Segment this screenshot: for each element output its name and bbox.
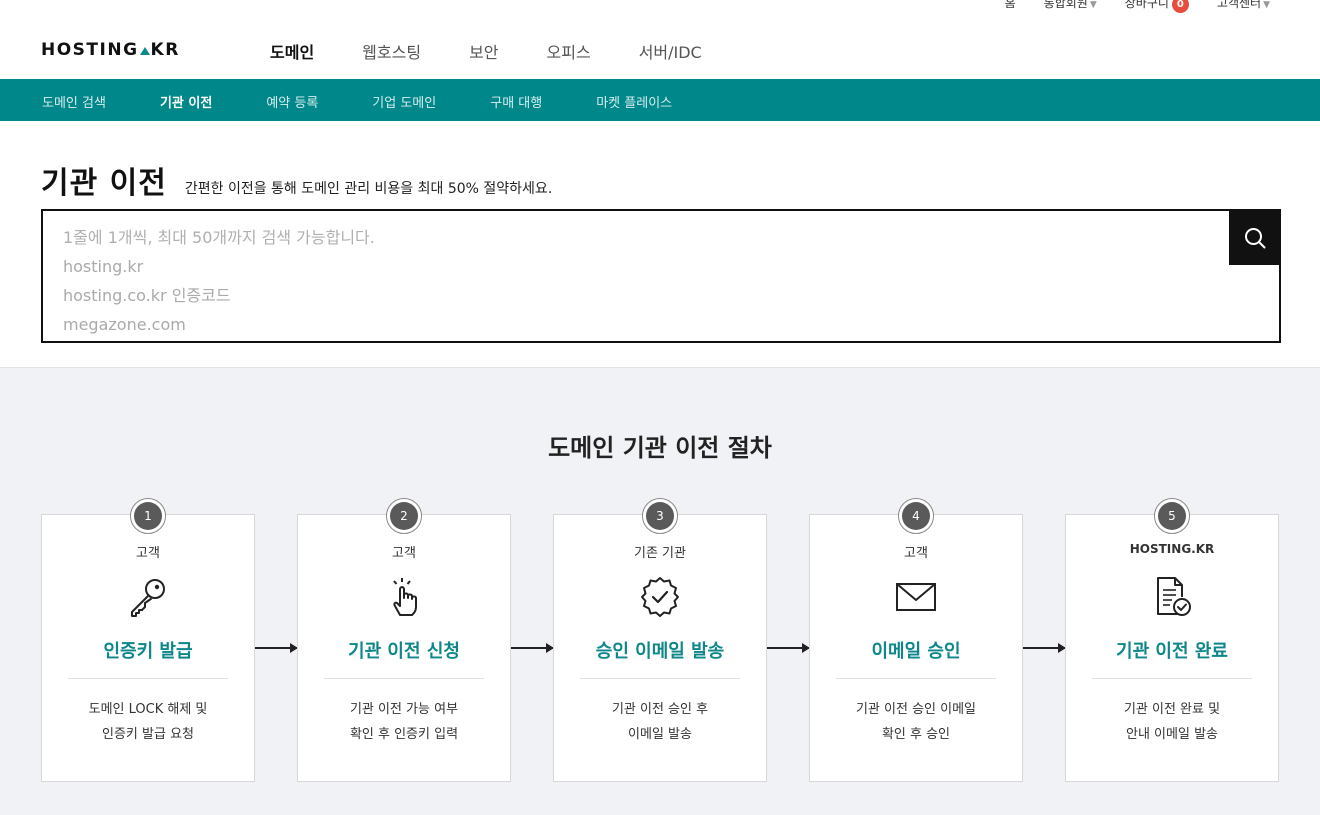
step-desc-line: 확인 후 인증키 입력 — [349, 727, 459, 742]
sub-nav-marketplace[interactable]: 마켓 플레이스 — [596, 92, 672, 111]
logo-triangle-icon — [139, 47, 150, 55]
site-logo[interactable]: HOSTING KR — [41, 40, 180, 60]
search-placeholder: 1줄에 1개씩, 최대 50개까지 검색 가능합니다. hosting.kr h… — [63, 223, 375, 339]
step-actor: 고객 — [904, 546, 928, 561]
main-nav-webhosting[interactable]: 웹호스팅 — [362, 39, 421, 63]
arrow-right-icon — [255, 643, 298, 653]
page-header: 기관 이전 간편한 이전을 통해 도메인 관리 비용을 최대 50% 절약하세요… — [41, 158, 552, 202]
divider — [580, 678, 740, 679]
process-step-card: 5 HOSTING.KR 기관 이전 완료 기관 이전 완료 및 안내 이메일 … — [1065, 498, 1279, 782]
search-icon — [1244, 227, 1265, 248]
step-number-badge: 3 — [642, 498, 678, 534]
sub-nav: 도메인 검색 기관 이전 예약 등록 기업 도메인 구매 대행 마켓 플레이스 — [0, 79, 1320, 121]
site-header: HOSTING KR 도메인 웹호스팅 보안 오피스 서버/IDC — [0, 0, 1320, 79]
step-number: 4 — [902, 502, 930, 530]
logo-text: HOSTING — [41, 40, 139, 60]
placeholder-line: hosting.co.kr 인증코드 — [63, 286, 231, 305]
step-actor: 기존 기관 — [634, 546, 686, 561]
step-desc-line: 기관 이전 승인 후 — [611, 702, 709, 717]
divider — [324, 678, 484, 679]
step-description: 기관 이전 완료 및 안내 이메일 발송 — [1066, 697, 1278, 747]
step-number: 3 — [646, 502, 674, 530]
transfer-process-section: 도메인 기관 이전 절차 1 고객 인증키 발급 도메인 LOCK 해제 및 인… — [0, 367, 1320, 815]
step-desc-line: 인증키 발급 요청 — [102, 727, 194, 742]
divider — [68, 678, 228, 679]
step-desc-line: 기관 이전 완료 및 — [1123, 702, 1221, 717]
step-number: 2 — [390, 502, 418, 530]
process-step-card: 2 고객 기관 이전 신청 기관 이전 가능 여부 확인 후 인증키 입력 — [297, 498, 511, 782]
step-actor: HOSTING.KR — [1129, 542, 1215, 556]
step-description: 도메인 LOCK 해제 및 인증키 발급 요청 — [42, 697, 254, 747]
step-desc-line: 도메인 LOCK 해제 및 — [88, 702, 208, 717]
step-number-badge: 5 — [1154, 498, 1190, 534]
step-description: 기관 이전 승인 후 이메일 발송 — [554, 697, 766, 747]
page-title: 기관 이전 — [41, 166, 167, 201]
step-title: 이메일 승인 — [871, 641, 961, 662]
arrow-right-icon — [767, 643, 810, 653]
arrow-right-icon — [511, 643, 554, 653]
sub-nav-domain-search[interactable]: 도메인 검색 — [42, 92, 106, 111]
arrow-right-icon — [1023, 643, 1066, 653]
sub-nav-reservation[interactable]: 예약 등록 — [266, 92, 318, 111]
step-number-badge: 1 — [130, 498, 166, 534]
domain-search-textarea[interactable]: 1줄에 1개씩, 최대 50개까지 검색 가능합니다. hosting.kr h… — [41, 209, 1281, 343]
verified-badge-icon — [641, 577, 679, 617]
divider — [1092, 678, 1252, 679]
step-desc-line: 안내 이메일 발송 — [1126, 727, 1218, 742]
search-button[interactable] — [1229, 210, 1280, 265]
main-nav: 도메인 웹호스팅 보안 오피스 서버/IDC — [270, 39, 750, 63]
sub-nav-enterprise[interactable]: 기업 도메인 — [372, 92, 436, 111]
step-number: 1 — [134, 502, 162, 530]
step-description: 기관 이전 승인 이메일 확인 후 승인 — [810, 697, 1022, 747]
step-number-badge: 4 — [898, 498, 934, 534]
step-description: 기관 이전 가능 여부 확인 후 인증키 입력 — [298, 697, 510, 747]
step-title: 인증키 발급 — [103, 641, 193, 662]
process-step-card: 1 고객 인증키 발급 도메인 LOCK 해제 및 인증키 발급 요청 — [41, 498, 255, 782]
main-nav-office[interactable]: 오피스 — [547, 39, 591, 63]
step-title: 승인 이메일 발송 — [595, 641, 725, 662]
step-desc-line: 기관 이전 가능 여부 — [349, 702, 459, 717]
step-actor: 고객 — [136, 546, 160, 561]
divider — [836, 678, 996, 679]
main-nav-domain[interactable]: 도메인 — [270, 39, 314, 63]
main-nav-security[interactable]: 보안 — [469, 39, 498, 63]
step-number: 5 — [1158, 502, 1186, 530]
main-nav-server-idc[interactable]: 서버/IDC — [639, 39, 702, 63]
process-heading: 도메인 기관 이전 절차 — [548, 434, 772, 462]
logo-text-suffix: KR — [150, 40, 180, 60]
sub-nav-purchase-agent[interactable]: 구매 대행 — [490, 92, 542, 111]
document-check-icon — [1157, 577, 1191, 616]
step-desc-line: 확인 후 승인 — [881, 727, 951, 742]
process-step-card: 3 기존 기관 승인 이메일 발송 기관 이전 승인 후 이메일 발송 — [553, 498, 767, 782]
step-desc-line: 이메일 발송 — [628, 727, 692, 742]
key-icon — [131, 579, 165, 617]
step-actor: 고객 — [392, 546, 416, 561]
step-number-badge: 2 — [386, 498, 422, 534]
placeholder-line: megazone.com — [63, 315, 186, 334]
sub-nav-transfer[interactable]: 기관 이전 — [160, 92, 212, 111]
placeholder-line: 1줄에 1개씩, 최대 50개까지 검색 가능합니다. — [63, 228, 375, 247]
envelope-icon — [896, 583, 936, 611]
hand-pointer-icon — [393, 578, 417, 616]
process-step-card: 4 고객 이메일 승인 기관 이전 승인 이메일 확인 후 승인 — [809, 498, 1023, 782]
page-subtitle: 간편한 이전을 통해 도메인 관리 비용을 최대 50% 절약하세요. — [184, 181, 553, 197]
step-desc-line: 기관 이전 승인 이메일 — [855, 702, 977, 717]
placeholder-line: hosting.kr — [63, 257, 144, 276]
step-title: 기관 이전 신청 — [348, 641, 460, 662]
step-title: 기관 이전 완료 — [1116, 641, 1228, 662]
